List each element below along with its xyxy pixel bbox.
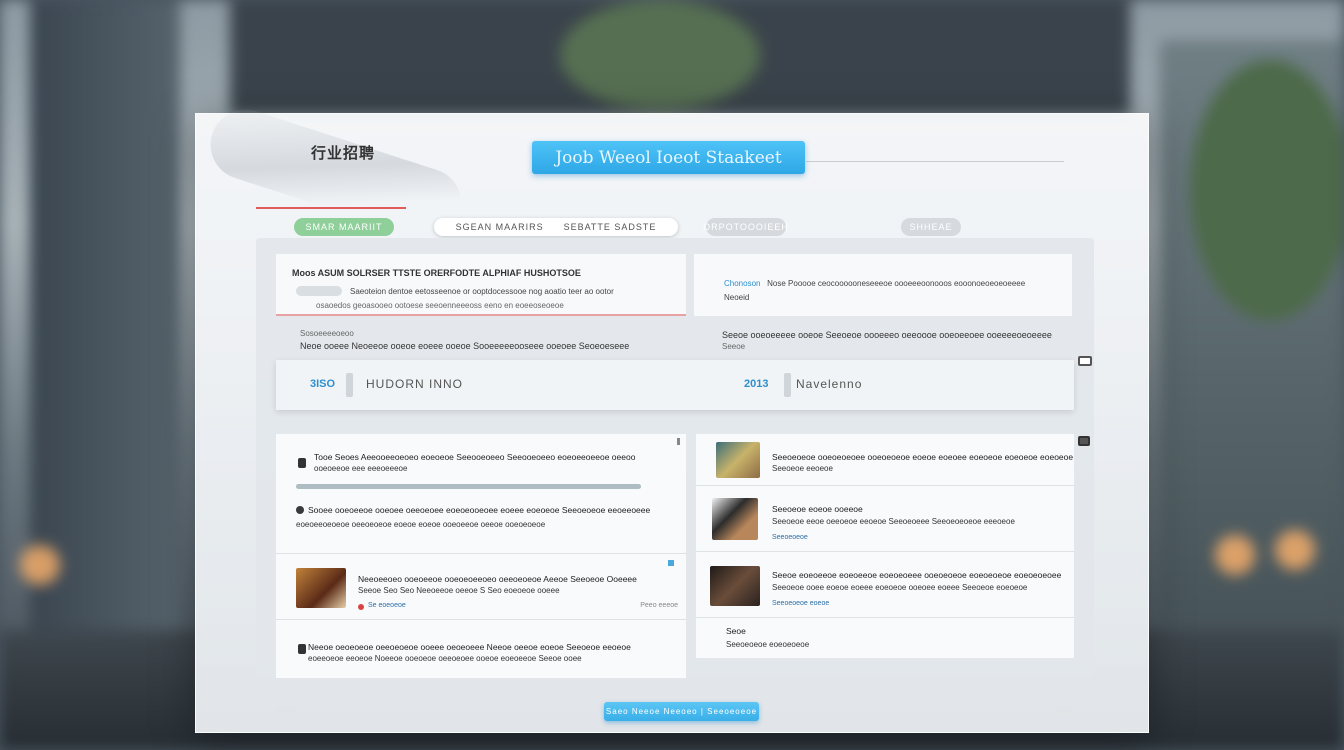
- job-search-button[interactable]: Joob Weeol Ioeot Staakeet: [532, 141, 805, 174]
- progress-bar: [296, 484, 641, 489]
- app-logo[interactable]: 行业招聘: [311, 142, 375, 163]
- tab-bar: SMAR MAARIIT SGEAN MAARIRS SEBATTE SADST…: [256, 218, 1094, 238]
- list-item[interactable]: Seeoe eoeoeeoe eoeoeeoe eoeoeoeee ooeoeo…: [696, 552, 1074, 618]
- app-window: 行业招聘 Joob Weeol Ioeot Staakeet SMAR MAAR…: [195, 100, 1149, 733]
- tab-search-pill[interactable]: SGEAN MAARIRS SEBATTE SADSTE: [434, 218, 678, 236]
- job-card-title: Moos ASUM SOLRSER TTSTE ORERFODTE ALPHIA…: [292, 268, 581, 278]
- item-meta: Se eoeoeoe: [368, 602, 406, 609]
- strip-divider: [784, 373, 791, 397]
- candidate-avatar: [296, 568, 346, 608]
- background-light: [20, 545, 60, 585]
- info-caption: Sosoeeeeoeoo: [300, 329, 354, 338]
- job-card[interactable]: Moos ASUM SOLRSER TTSTE ORERFODTE ALPHIA…: [276, 254, 686, 316]
- background-tree: [560, 0, 760, 110]
- feed-list-right: Seeoeoeoe ooeoeoeoee ooeoeoeoe eoeoe eoe…: [696, 434, 1090, 658]
- item-title: Seoe: [726, 626, 746, 636]
- item-subtitle: ooeoeeoe eee eeeoeeeoe: [314, 464, 408, 473]
- item-title: Seeoe eoeoeeoe eoeoeeoe eoeoeoeee ooeoeo…: [772, 570, 1062, 580]
- tag-pill: [296, 286, 342, 296]
- tab-fourth[interactable]: SHHEAE: [901, 218, 961, 236]
- strip-count: 3ISO: [310, 378, 336, 390]
- item-subtitle: Seeoeoe ooee eoeoe eoeee eoeoeoe ooeoee …: [772, 583, 1028, 592]
- list-item[interactable]: Seeoeoe eoeoe ooeeoe Seeoeoe eeoe oeeoeo…: [696, 486, 1074, 552]
- bookmark-icon[interactable]: [668, 560, 674, 566]
- list-item[interactable]: Neeoeeoeo ooeoeeoe ooeoeoeeoeo oeeoeoeoe…: [276, 554, 686, 620]
- candidate-avatar: [710, 566, 760, 606]
- job-card-accent: Chonoson: [724, 279, 761, 288]
- decorative-accent-line: [256, 207, 406, 209]
- status-dot-icon: [358, 604, 364, 610]
- item-subtitle: Seeoeoe eeoe oeeoeoe eeoeoe Seeoeoeee Se…: [772, 517, 1015, 526]
- item-subtitle: Seeoeoe eeoeoe: [772, 464, 833, 473]
- lock-icon: [298, 458, 306, 468]
- info-line: Seeoe ooeoeeeee ooeoe Seeoeoe oooeeeo oe…: [722, 330, 1052, 340]
- job-card-text: Neoeid: [724, 293, 750, 302]
- strip-count: 2013: [744, 378, 769, 390]
- strip-label[interactable]: Navelenno: [796, 377, 862, 391]
- item-date: Peeo eeeoe: [640, 602, 678, 609]
- feed-list-left: Tooe Seoes Aeeooeeoeoeo eoeoeoe Seeooeoe…: [276, 434, 686, 678]
- info-caption: Seeoe: [722, 342, 746, 351]
- job-card[interactable]: Chonoson Nose Pooooe ceocoooooneseeeoe o…: [694, 254, 1072, 316]
- footer-decoration: [276, 706, 296, 716]
- item-title: Sooee ooeoeeoe ooeoee oeeoeoee eoeoeooeo…: [308, 505, 651, 515]
- window-toggle-icon[interactable]: [1078, 356, 1092, 366]
- item-subtitle: Seeoeoeoe eoeoeoeoe: [726, 640, 810, 649]
- job-card-text: osaoedos geoasooeo ootoese seeoenneeeoss…: [316, 301, 564, 310]
- search-strip[interactable]: 3ISO HUDORN INNO 2013 Navelenno: [276, 356, 1092, 410]
- job-card-title: Chonoson Nose Pooooe ceocoooooneseeeoe o…: [724, 279, 1025, 288]
- list-item[interactable]: Neeoe oeoeoeoe oeeoeoeoe ooeee oeoeoeee …: [276, 620, 686, 678]
- item-meta: Seeoeoeoe eoeoe: [772, 600, 830, 607]
- progress-fill: [296, 484, 641, 489]
- window-toggle-icon[interactable]: [1078, 436, 1090, 446]
- item-subtitle: Seeoe Seo Seo Neeoeeoe oeeoe S Seo eoeoe…: [358, 586, 560, 595]
- company-logo: [716, 442, 760, 478]
- background-light: [1215, 535, 1255, 575]
- tab-label: SGEAN MAARIRS: [455, 222, 544, 232]
- tab-third[interactable]: ORPOTOOOIEEH: [703, 218, 788, 236]
- background-light: [1275, 530, 1315, 570]
- pin-icon: [296, 506, 304, 514]
- list-item[interactable]: Seoe Seeoeoeoe eoeoeoeoe: [696, 618, 1074, 658]
- header-divider: [806, 161, 1064, 162]
- item-meta: Seeoeoeoe: [772, 534, 808, 541]
- strip-divider: [346, 373, 353, 397]
- item-subtitle: eoeeoeoe eeoeoe Noeeoe ooeoeoe oeeoeoee …: [308, 654, 582, 663]
- list-item[interactable]: Tooe Seoes Aeeooeeoeoeo eoeoeoe Seeooeoe…: [276, 434, 686, 502]
- job-card-text: Saeoteion dentoe eetosseenoe or ooptdoce…: [350, 287, 614, 296]
- content-panel: Moos ASUM SOLRSER TTSTE ORERFODTE ALPHIA…: [256, 238, 1094, 678]
- strip-label[interactable]: HUDORN INNO: [366, 377, 463, 391]
- list-item[interactable]: Sooee ooeoeeoe ooeoee oeeoeoee eoeoeooeo…: [276, 502, 686, 554]
- item-title: Neeoeeoeo ooeoeeoe ooeoeoeeoeo oeeoeoeoe…: [358, 574, 637, 584]
- tab-active[interactable]: SMAR MAARIIT: [294, 218, 394, 236]
- item-subtitle: eoeoeeoeoeoe oeeoeoeoe eoeoe eoeoe ooeoe…: [296, 520, 546, 529]
- candidate-avatar: [712, 498, 758, 540]
- background-tree: [1190, 60, 1344, 320]
- info-line: Neoe ooeee Neoeeoe ooeoe eoeee ooeoe Soo…: [300, 341, 630, 351]
- footer-decoration: [1054, 706, 1074, 716]
- tab-label: SEBATTE SADSTE: [563, 222, 657, 232]
- job-card-text: Nose Pooooe ceocoooooneseeeoe oooeeeoono…: [767, 279, 1026, 288]
- item-title: Tooe Seoes Aeeooeeoeoeo eoeoeoe Seeooeoe…: [314, 452, 636, 462]
- item-title: Neeoe oeoeoeoe oeeoeoeoe ooeee oeoeoeee …: [308, 642, 631, 652]
- item-title: Seeoeoeoe ooeoeoeoee ooeoeoeoe eoeoe eoe…: [772, 452, 1074, 462]
- item-title: Seeoeoe eoeoe ooeeoe: [772, 504, 863, 514]
- lock-icon: [298, 644, 306, 654]
- bottom-action-button[interactable]: Saeo Neeoe Neeoeo | Seeoeoeoe: [604, 702, 759, 721]
- list-item[interactable]: Seeoeoeoe ooeoeoeoee ooeoeoeoe eoeoe eoe…: [696, 434, 1074, 486]
